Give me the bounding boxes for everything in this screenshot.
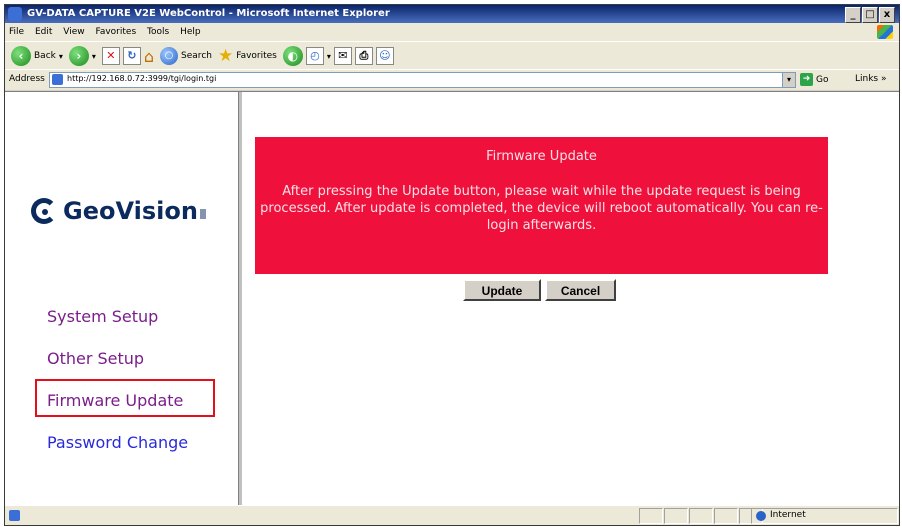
search-icon: ○ [160,47,179,65]
menu-help[interactable]: Help [176,23,205,41]
mail-icon[interactable]: ✉ [333,47,352,65]
zone-label: Internet [770,510,806,520]
ie-logo-icon [8,7,22,21]
links-button[interactable]: Links » [855,74,887,84]
refresh-icon[interactable]: ↻ [122,47,141,65]
geovision-logo: GeoVision [31,197,206,225]
menu-tools[interactable]: Tools [143,23,173,41]
sidebar-item-other-setup[interactable]: Other Setup [47,349,144,368]
browser-window: GV-DATA CAPTURE V2E WebControl - Microso… [4,4,900,526]
go-button[interactable]: ➜ Go [800,73,828,86]
minimize-button[interactable]: _ [845,7,861,23]
back-button[interactable]: ‹ Back ▾ [11,46,63,66]
standard-toolbar: ‹ Back ▾ › ▾ ✕ ↻ ⌂ ○ Search ★ Favorites … [5,41,899,70]
menu-edit[interactable]: Edit [31,23,56,41]
firmware-update-notice: Firmware Update After pressing the Updat… [255,137,828,274]
sidebar-item-system-setup[interactable]: System Setup [47,307,158,326]
status-page-icon [9,510,20,521]
address-label: Address [9,74,45,84]
trademark-mark [199,209,206,219]
sidebar-item-firmware-update[interactable]: Firmware Update [47,391,183,410]
logo-text: GeoVision [63,197,198,225]
sidebar-frame: GeoVision System Setup Other Setup Firmw… [5,92,238,506]
search-label: Search [181,51,212,61]
status-bar: Internet [5,505,899,525]
window-controls: _ □ x [845,7,895,23]
security-zone: Internet [751,508,898,524]
print-icon[interactable]: ⎙ [354,47,373,65]
forward-dropdown-icon[interactable]: ▾ [92,52,96,61]
forward-arrow-icon: › [68,46,89,66]
status-panels [639,508,764,524]
go-label: Go [816,74,829,85]
menu-file[interactable]: File [5,23,28,41]
favorites-button[interactable]: ★ Favorites [218,46,277,66]
main-frame: Firmware Update After pressing the Updat… [242,92,899,506]
home-icon[interactable]: ⌂ [144,47,154,66]
stop-icon[interactable]: ✕ [101,47,120,65]
address-dropdown-icon[interactable]: ▾ [782,73,795,87]
maximize-button[interactable]: □ [862,7,878,23]
update-button[interactable]: Update [463,279,541,301]
menu-view[interactable]: View [59,23,88,41]
back-dropdown-icon[interactable]: ▾ [59,52,63,61]
go-arrow-icon: ➜ [800,73,813,86]
sidebar-item-password-change[interactable]: Password Change [47,433,188,452]
messenger-icon[interactable]: ☺ [375,47,394,65]
back-label: Back [34,51,56,61]
address-input[interactable]: http://192.168.0.72:3999/tgi/login.tgi ▾ [49,72,796,88]
window-title: GV-DATA CAPTURE V2E WebControl - Microso… [27,8,390,19]
favorites-label: Favorites [236,51,277,61]
title-bar: GV-DATA CAPTURE V2E WebControl - Microso… [5,5,899,23]
history-icon[interactable]: ◴ [305,47,324,65]
notice-message: After pressing the Update button, please… [260,184,823,233]
favorites-star-icon: ★ [217,46,234,66]
menu-favorites[interactable]: Favorites [91,23,140,41]
back-arrow-icon: ‹ [11,46,31,66]
menu-bar: File Edit View Favorites Tools Help [5,23,899,41]
search-button[interactable]: ○ Search [160,47,212,65]
windows-logo-icon [877,25,893,39]
forward-button[interactable]: › ▾ [68,46,96,66]
media-icon[interactable]: ◐ [282,46,303,66]
close-button[interactable]: x [879,7,895,23]
page-content: GeoVision System Setup Other Setup Firmw… [5,91,899,506]
address-bar: Address http://192.168.0.72:3999/tgi/log… [5,69,899,90]
address-url: http://192.168.0.72:3999/tgi/login.tgi [67,74,217,83]
notice-title: Firmware Update [486,149,597,164]
geovision-logo-icon [31,198,57,224]
internet-globe-icon [756,511,766,521]
page-icon [52,74,63,85]
cancel-button[interactable]: Cancel [545,279,616,301]
history-dropdown-icon[interactable]: ▾ [327,52,331,61]
